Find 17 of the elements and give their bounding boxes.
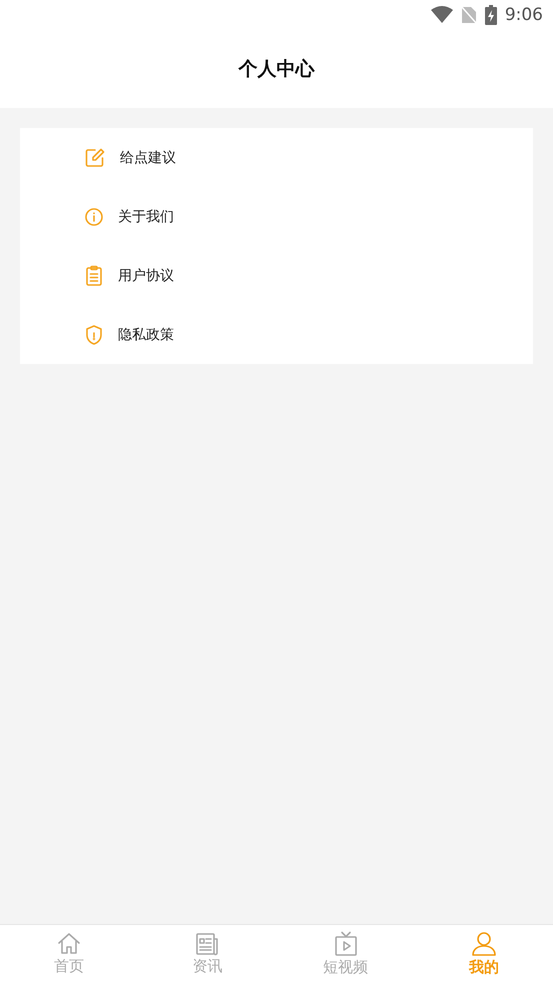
- battery-charging-icon: [484, 5, 497, 25]
- menu-item[interactable]: 给点建议: [120, 148, 176, 166]
- home-icon: [56, 932, 82, 956]
- clipboard-icon: [84, 264, 104, 286]
- info-icon: [84, 206, 104, 226]
- status-time: 9:06: [504, 5, 543, 25]
- newspaper-icon: [195, 932, 220, 956]
- wifi-icon: [430, 6, 453, 24]
- menu-item[interactable]: 关于我们: [118, 208, 174, 226]
- tv-icon: [334, 931, 358, 957]
- menu-item[interactable]: 用户协议: [118, 266, 174, 284]
- shield-icon: [84, 324, 104, 346]
- menu-item[interactable]: 隐私政策: [118, 326, 174, 344]
- page-title: 个人中心: [238, 57, 314, 82]
- no-sim-icon: [460, 6, 477, 24]
- edit-icon: [84, 146, 106, 168]
- user-icon: [470, 931, 497, 957]
